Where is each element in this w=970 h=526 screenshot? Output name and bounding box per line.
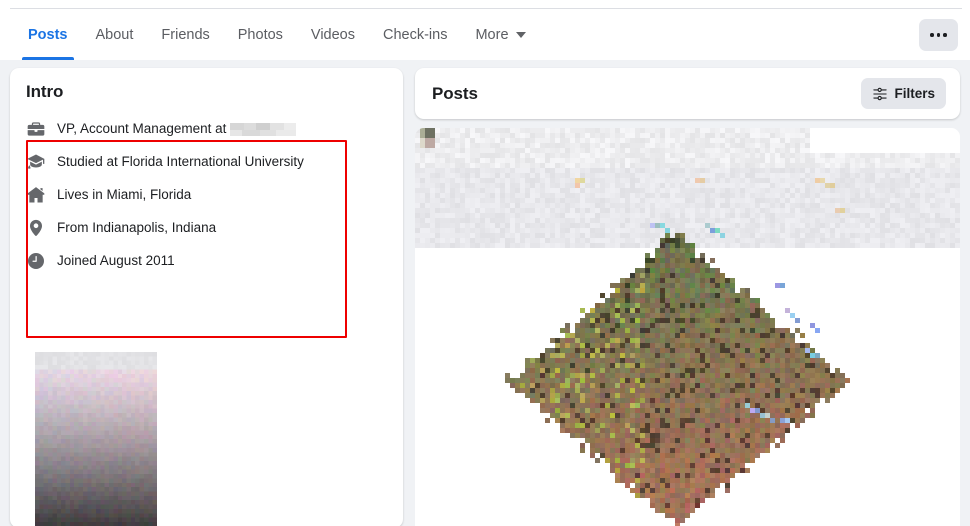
post-photo[interactable] bbox=[415, 128, 960, 526]
intro-row-joined-text: Joined August 2011 bbox=[57, 253, 175, 268]
tab-posts[interactable]: Posts bbox=[14, 9, 82, 60]
tab-list: Posts About Friends Photos Videos Check-… bbox=[0, 9, 540, 60]
post-media-card bbox=[415, 128, 960, 526]
profile-photo-thumbnail[interactable] bbox=[35, 352, 157, 526]
tab-more[interactable]: More bbox=[461, 9, 539, 60]
intro-work-label: VP, Account Management at bbox=[57, 121, 227, 136]
posts-title: Posts bbox=[432, 83, 478, 103]
intro-row-work[interactable]: VP, Account Management at bbox=[26, 112, 387, 145]
location-pin-icon bbox=[26, 218, 46, 238]
intro-section: Intro VP, Account Management at Studied … bbox=[10, 68, 403, 281]
tab-checkins-label: Check-ins bbox=[383, 26, 448, 43]
tab-more-label: More bbox=[475, 26, 509, 43]
ellipsis-horizontal-icon bbox=[943, 33, 947, 37]
intro-row-education-text: Studied at Florida International Univers… bbox=[57, 154, 304, 169]
tab-about[interactable]: About bbox=[82, 9, 148, 60]
posts-header-card: Posts Filters bbox=[415, 68, 960, 119]
intro-card: Intro VP, Account Management at Studied … bbox=[10, 68, 403, 526]
intro-title: Intro bbox=[26, 82, 64, 101]
tab-photos-label: Photos bbox=[237, 26, 283, 43]
sliders-icon bbox=[872, 86, 888, 102]
graduation-cap-icon bbox=[26, 152, 46, 172]
filters-button[interactable]: Filters bbox=[861, 78, 946, 109]
intro-row-hometown-text: From Indianapolis, Indiana bbox=[57, 220, 217, 235]
tab-about-label: About bbox=[95, 26, 134, 43]
page-body: Intro VP, Account Management at Studied … bbox=[0, 60, 970, 526]
profile-overflow-menu-button[interactable] bbox=[919, 19, 958, 51]
intro-row-work-text: VP, Account Management at bbox=[57, 121, 297, 136]
tab-photos[interactable]: Photos bbox=[224, 9, 297, 60]
chevron-down-icon bbox=[515, 31, 526, 38]
profile-page: Posts About Friends Photos Videos Check-… bbox=[0, 0, 970, 526]
intro-row-hometown[interactable]: From Indianapolis, Indiana bbox=[26, 211, 387, 244]
tab-posts-label: Posts bbox=[28, 26, 68, 43]
tab-videos[interactable]: Videos bbox=[297, 9, 369, 60]
intro-row-joined[interactable]: Joined August 2011 bbox=[26, 244, 387, 277]
filters-button-label: Filters bbox=[894, 86, 935, 101]
ellipsis-horizontal-icon bbox=[936, 33, 941, 37]
tab-friends[interactable]: Friends bbox=[147, 9, 223, 60]
tab-friends-label: Friends bbox=[161, 26, 210, 43]
intro-row-education[interactable]: Studied at Florida International Univers… bbox=[26, 145, 387, 178]
tab-checkins[interactable]: Check-ins bbox=[369, 9, 461, 60]
tab-videos-label: Videos bbox=[310, 26, 355, 43]
clock-icon bbox=[26, 251, 46, 271]
profile-tab-bar: Posts About Friends Photos Videos Check-… bbox=[0, 9, 970, 60]
briefcase-icon bbox=[26, 119, 46, 139]
intro-row-current-city-text: Lives in Miami, Florida bbox=[57, 187, 192, 202]
ellipsis-horizontal-icon bbox=[930, 33, 934, 37]
redacted-employer bbox=[230, 123, 297, 136]
home-icon bbox=[26, 185, 46, 205]
intro-row-current-city[interactable]: Lives in Miami, Florida bbox=[26, 178, 387, 211]
